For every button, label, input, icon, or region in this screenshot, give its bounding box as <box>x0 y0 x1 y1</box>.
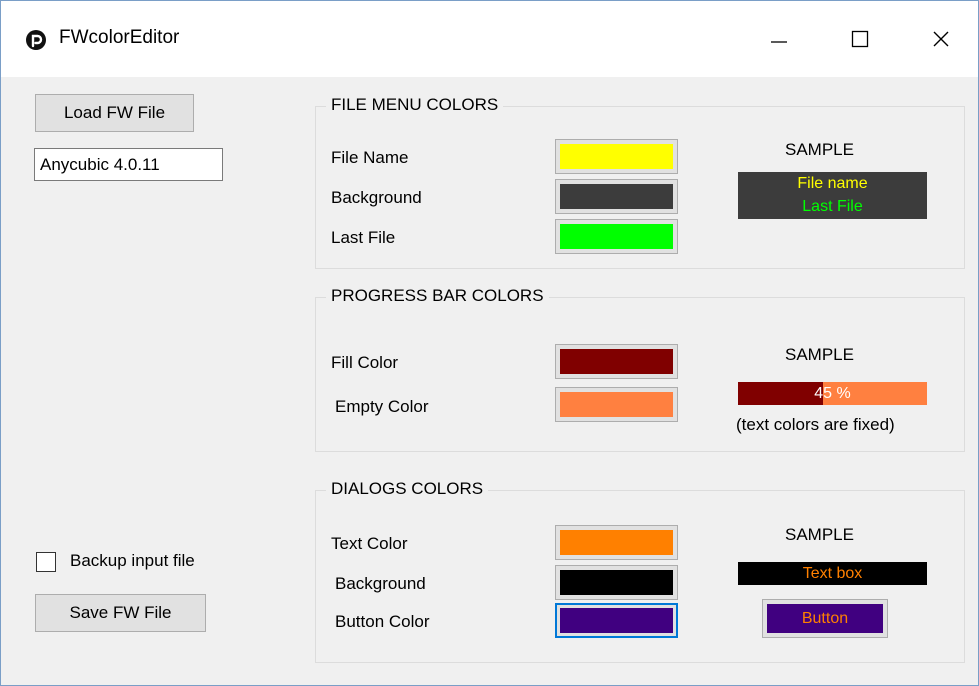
close-icon <box>933 31 949 47</box>
progress-bar-sample: 45 % <box>738 382 927 405</box>
sample-dialog-button-face: Button <box>767 604 883 633</box>
last-file-color-button[interactable] <box>555 219 678 254</box>
file-menu-background-color-button[interactable] <box>555 179 678 214</box>
dialog-button-color-button[interactable] <box>555 603 678 638</box>
file-menu-sample-title: SAMPLE <box>785 140 854 159</box>
backup-input-label[interactable]: Backup input file <box>70 551 195 571</box>
dialog-background-color-button[interactable] <box>555 565 678 600</box>
empty-color-label: Empty Color <box>335 397 429 416</box>
dialog-button-color-swatch <box>560 608 673 633</box>
minimize-icon <box>771 41 787 43</box>
file-menu-background-label: Background <box>331 188 422 207</box>
maximize-icon <box>851 30 869 48</box>
progress-bar-sample-title: SAMPLE <box>785 345 854 364</box>
empty-color-swatch <box>560 392 673 417</box>
file-name-color-button[interactable] <box>555 139 678 174</box>
file-menu-colors-title: FILE MENU COLORS <box>326 95 504 115</box>
file-name-label: File Name <box>331 148 409 167</box>
dialog-text-color-label: Text Color <box>331 534 408 553</box>
fill-color-swatch <box>560 349 673 374</box>
save-fw-file-button[interactable]: Save FW File <box>35 594 206 632</box>
last-file-color-swatch <box>560 224 673 249</box>
fill-color-button[interactable] <box>555 344 678 379</box>
window-title: FWcolorEditor <box>59 27 180 48</box>
progress-percent-text: 45 % <box>814 385 851 402</box>
maximize-button[interactable] <box>837 21 883 57</box>
dialogs-colors-title: DIALOGS COLORS <box>326 479 489 499</box>
app-window: FWcolorEditor Load FW File Anycubic 4.0.… <box>0 0 979 686</box>
sample-last-file-text: Last File <box>802 198 863 215</box>
dialog-text-color-button[interactable] <box>555 525 678 560</box>
firmware-version-field[interactable]: Anycubic 4.0.11 <box>34 148 223 181</box>
dialog-background-label: Background <box>335 574 426 593</box>
file-menu-background-color-swatch <box>560 184 673 209</box>
sample-file-name-text: File name <box>797 175 868 192</box>
file-name-color-swatch <box>560 144 673 169</box>
dialog-text-color-swatch <box>560 530 673 555</box>
minimize-button[interactable] <box>756 21 802 57</box>
dialog-background-color-swatch <box>560 570 673 595</box>
close-button[interactable] <box>918 21 964 57</box>
sample-dialog-button: Button <box>762 599 888 638</box>
progress-bar-colors-title: PROGRESS BAR COLORS <box>326 286 549 306</box>
file-menu-sample: File name Last File <box>738 172 927 219</box>
title-bar[interactable]: FWcolorEditor <box>1 1 978 77</box>
fill-color-label: Fill Color <box>331 353 399 372</box>
load-fw-file-button[interactable]: Load FW File <box>35 94 194 132</box>
app-logo-icon <box>26 30 46 50</box>
sample-textbox: Text box <box>738 562 927 585</box>
dialog-button-color-label: Button Color <box>335 612 430 631</box>
empty-color-button[interactable] <box>555 387 678 422</box>
backup-input-checkbox[interactable] <box>36 552 56 572</box>
progress-bar-note: (text colors are fixed) <box>736 415 895 434</box>
dialogs-sample-title: SAMPLE <box>785 525 854 544</box>
last-file-label: Last File <box>331 228 396 247</box>
